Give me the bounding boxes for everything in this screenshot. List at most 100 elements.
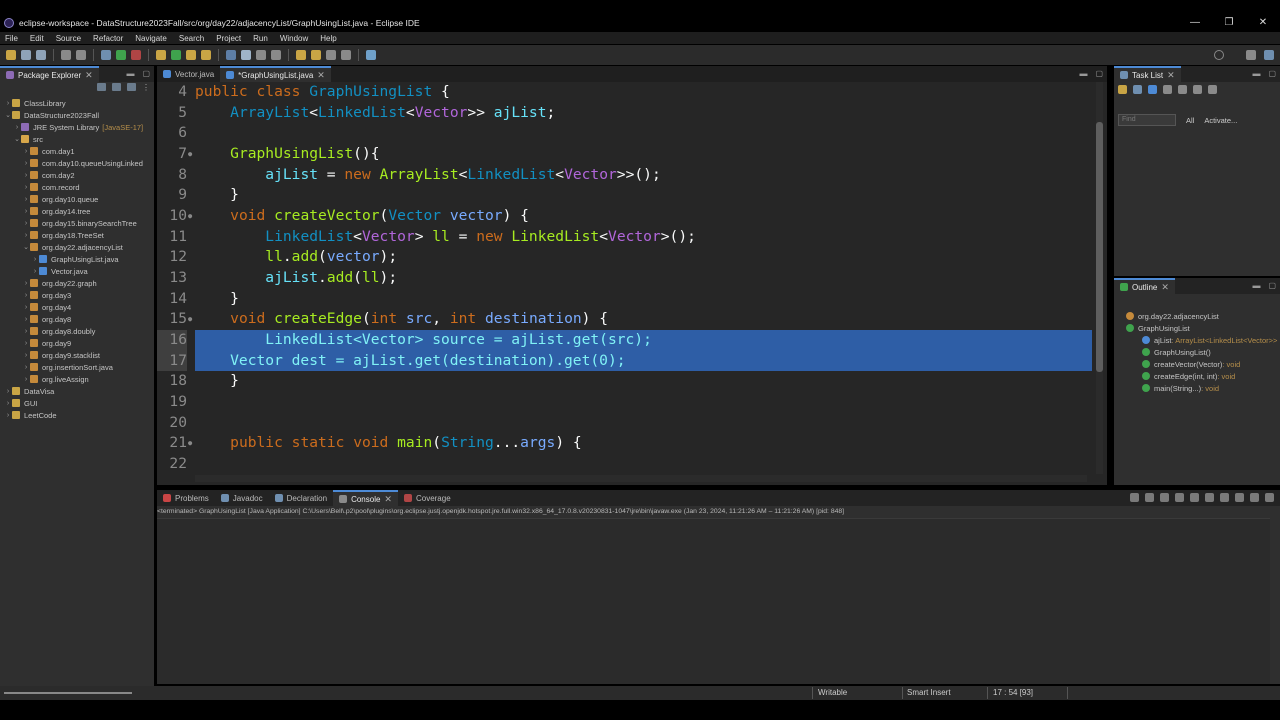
display-console-icon[interactable] xyxy=(1220,493,1229,502)
tab-console[interactable]: Console ✕ xyxy=(333,490,398,506)
code-editor[interactable]: 4 public class GraphUsingList {5 ArrayLis… xyxy=(157,82,1092,474)
code-line[interactable]: 5 ArrayList<LinkedList<Vector>> ajList; xyxy=(157,103,1092,124)
chevron-right-icon[interactable]: › xyxy=(31,268,39,275)
chevron-right-icon[interactable]: › xyxy=(22,220,30,227)
close-icon[interactable]: ✕ xyxy=(317,70,325,81)
fold-marker-icon[interactable]: ● xyxy=(188,144,192,165)
close-icon[interactable]: ✕ xyxy=(384,494,392,505)
code-line[interactable]: 4 public class GraphUsingList { xyxy=(157,82,1092,103)
tree-item[interactable]: › com.day10.queueUsingLinked xyxy=(0,157,154,169)
chevron-right-icon[interactable]: › xyxy=(13,124,21,131)
chevron-right-icon[interactable]: › xyxy=(4,100,12,107)
menu-run[interactable]: Run xyxy=(248,34,275,43)
tree-item[interactable]: › org.liveAssign xyxy=(0,373,154,385)
collapse-all-icon[interactable] xyxy=(1193,85,1202,94)
code-line[interactable]: 9 } xyxy=(157,185,1092,206)
undo-icon[interactable] xyxy=(61,50,71,60)
chevron-right-icon[interactable]: › xyxy=(22,328,30,335)
open-console-icon[interactable] xyxy=(1235,493,1244,502)
code-line[interactable]: 6 xyxy=(157,123,1092,144)
tab-vector-java[interactable]: Vector.java xyxy=(157,66,220,82)
back-icon[interactable] xyxy=(326,50,336,60)
tab-graphusinglist-java[interactable]: *GraphUsingList.java ✕ xyxy=(220,66,331,82)
save-icon[interactable] xyxy=(21,50,31,60)
menu-project[interactable]: Project xyxy=(211,34,248,43)
tab-package-explorer[interactable]: Package Explorer ✕ xyxy=(0,66,99,82)
maximize-view-icon[interactable] xyxy=(1265,493,1274,502)
chevron-right-icon[interactable]: › xyxy=(22,364,30,371)
maximize-button[interactable]: ❐ xyxy=(1212,14,1246,32)
chevron-right-icon[interactable]: › xyxy=(22,292,30,299)
close-icon[interactable]: ✕ xyxy=(1167,70,1175,81)
code-line[interactable]: 13 ajList.add(ll); xyxy=(157,268,1092,289)
chevron-right-icon[interactable]: › xyxy=(22,340,30,347)
terminate-icon[interactable] xyxy=(1130,493,1139,502)
close-button[interactable]: ✕ xyxy=(1246,14,1280,32)
word-wrap-icon[interactable] xyxy=(1190,493,1199,502)
tree-item[interactable]: › org.day8.doubly xyxy=(0,325,154,337)
scheduled-icon[interactable] xyxy=(1163,85,1172,94)
tree-item[interactable]: ⌄ src xyxy=(0,133,154,145)
chevron-right-icon[interactable]: › xyxy=(22,232,30,239)
scroll-thumb[interactable] xyxy=(1096,122,1103,372)
tree-item[interactable]: › com.day1 xyxy=(0,145,154,157)
prev-annotation-icon[interactable] xyxy=(311,50,321,60)
maximize-view-icon[interactable]: ▢ xyxy=(1268,281,1276,290)
new-task-icon[interactable] xyxy=(1118,85,1127,94)
chevron-right-icon[interactable]: › xyxy=(22,196,30,203)
outline-item[interactable]: ajList : ArrayList<LinkedList<Vector>> xyxy=(1118,334,1280,346)
code-line[interactable]: 14 } xyxy=(157,289,1092,310)
code-line[interactable]: 17 Vector dest = ajList.get(destination)… xyxy=(157,350,1092,372)
outline-item[interactable]: GraphUsingList() xyxy=(1118,346,1280,358)
coverage-icon[interactable] xyxy=(131,50,141,60)
console-output[interactable] xyxy=(157,518,1270,684)
fold-marker-icon[interactable]: ● xyxy=(188,309,192,330)
debug-icon[interactable] xyxy=(101,50,111,60)
tree-item[interactable]: › org.day15.binarySearchTree xyxy=(0,217,154,229)
code-line[interactable]: 18 } xyxy=(157,371,1092,392)
menu-source[interactable]: Source xyxy=(51,34,88,43)
activate-link[interactable]: Activate... xyxy=(1204,116,1237,125)
tree-item[interactable]: › GUI xyxy=(0,397,154,409)
block-select-icon[interactable] xyxy=(271,50,281,60)
tree-item[interactable]: › ClassLibrary xyxy=(0,97,154,109)
categorized-icon[interactable] xyxy=(1148,85,1157,94)
fold-marker-icon[interactable]: ● xyxy=(188,206,192,227)
new-class-icon[interactable] xyxy=(171,50,181,60)
tree-item[interactable]: › LeetCode xyxy=(0,409,154,421)
minimize-view-icon[interactable]: ▬ xyxy=(126,69,134,78)
chevron-right-icon[interactable]: › xyxy=(4,400,12,407)
tree-item[interactable]: › org.day4 xyxy=(0,301,154,313)
pin-editor-icon[interactable] xyxy=(366,50,376,60)
outline-item[interactable]: createVector(Vector) : void xyxy=(1118,358,1280,370)
tree-item[interactable]: › GraphUsingList.java xyxy=(0,253,154,265)
menu-help[interactable]: Help xyxy=(315,34,343,43)
minimize-view-icon[interactable] xyxy=(1250,493,1259,502)
outline-item[interactable]: org.day22.adjacencyList xyxy=(1118,310,1280,322)
search-icon[interactable] xyxy=(201,50,211,60)
tab-declaration[interactable]: Declaration xyxy=(269,490,333,506)
menu-search[interactable]: Search xyxy=(174,34,211,43)
minimize-view-icon[interactable]: ▬ xyxy=(1252,69,1260,78)
task-find-input[interactable]: Find xyxy=(1118,114,1176,126)
chevron-right-icon[interactable]: › xyxy=(4,388,12,395)
outline-item[interactable]: main(String...) : void xyxy=(1118,382,1280,394)
perspective-icon[interactable] xyxy=(1246,50,1256,60)
tree-item[interactable]: › com.record xyxy=(0,181,154,193)
code-line[interactable]: 22 xyxy=(157,454,1092,474)
new-java-project-icon[interactable] xyxy=(156,50,166,60)
chevron-right-icon[interactable]: › xyxy=(22,208,30,215)
insert-mode-status[interactable]: Smart Insert xyxy=(907,688,951,697)
maximize-view-icon[interactable]: ▢ xyxy=(1095,69,1103,78)
code-line[interactable]: 21 ● public static void main(String...arg… xyxy=(157,433,1092,454)
tree-item[interactable]: › org.day10.queue xyxy=(0,193,154,205)
chevron-right-icon[interactable]: › xyxy=(22,172,30,179)
minimize-view-icon[interactable]: ▬ xyxy=(1252,281,1260,290)
chevron-right-icon[interactable]: › xyxy=(22,376,30,383)
tree-item[interactable]: › org.day9.stacklist xyxy=(0,349,154,361)
run-icon[interactable] xyxy=(116,50,126,60)
tree-item[interactable]: › org.day22.graph xyxy=(0,277,154,289)
chevron-right-icon[interactable]: › xyxy=(22,184,30,191)
code-line[interactable]: 7 ● GraphUsingList(){ xyxy=(157,144,1092,165)
code-line[interactable]: 12 ll.add(vector); xyxy=(157,247,1092,268)
